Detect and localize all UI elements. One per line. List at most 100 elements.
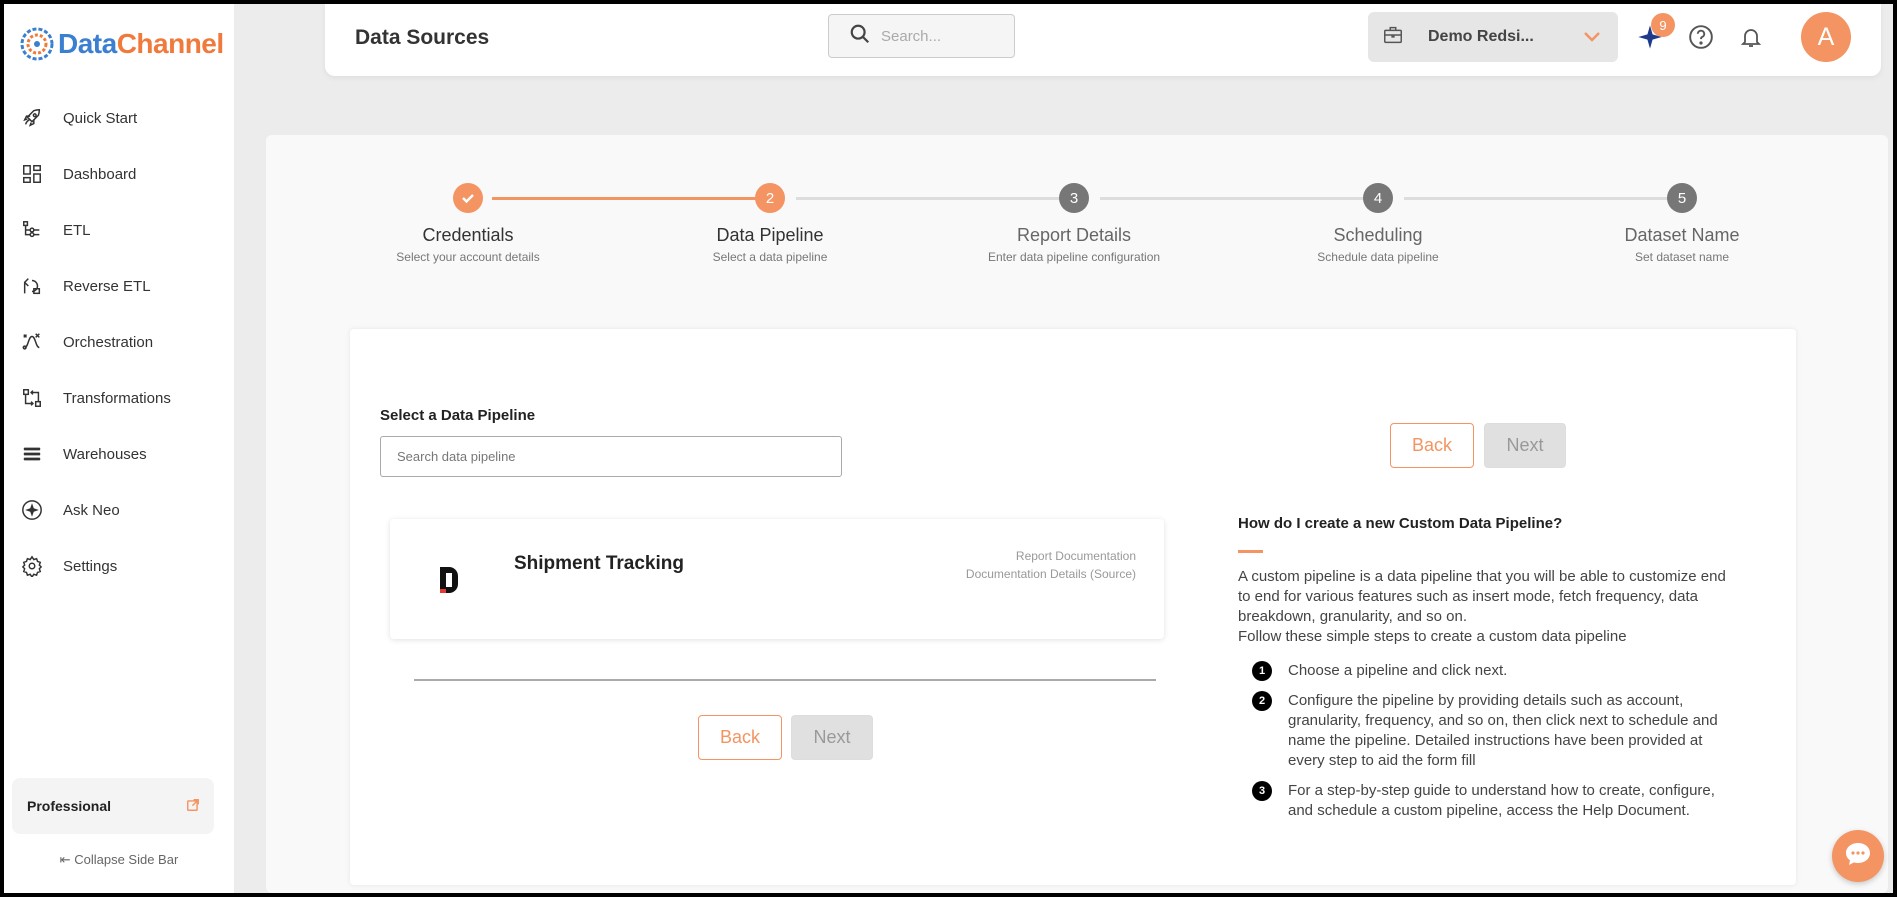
plan-label: Professional (27, 798, 112, 814)
step-subtitle: Select your account details (396, 250, 540, 264)
step-subtitle: Schedule data pipeline (1317, 250, 1439, 264)
help-accent-bar (1238, 550, 1263, 553)
step-title: Data Pipeline (716, 225, 824, 245)
sidebar-item-label: Ask Neo (63, 501, 120, 519)
step-subtitle: Set dataset name (1634, 250, 1730, 264)
sidebar-item-settings[interactable]: Settings (4, 538, 234, 594)
external-link-icon[interactable] (186, 798, 200, 817)
stepper: Credentials Select your account details … (266, 135, 1888, 295)
pipeline-search-input[interactable] (380, 436, 842, 477)
step-title: Dataset Name (1624, 225, 1740, 245)
help-steps-list: 1 Choose a pipeline and click next. 2 Co… (1238, 661, 1738, 821)
reverse-etl-icon (20, 274, 44, 298)
check-icon (453, 183, 483, 213)
sidebar-item-label: Quick Start (63, 109, 138, 127)
logo-text: DataChannel (58, 28, 224, 60)
sidebar-item-label: ETL (63, 221, 91, 239)
sidebar-item-label: Orchestration (63, 333, 154, 351)
help-description: A custom pipeline is a data pipeline tha… (1238, 567, 1738, 647)
gear-icon (20, 554, 44, 578)
step-scheduling[interactable]: 4 Scheduling Schedule data pipeline (1248, 183, 1508, 264)
chevron-down-icon (1582, 28, 1602, 49)
logo-text-channel: Channel (116, 28, 224, 59)
help-text-1: A custom pipeline is a data pipeline tha… (1238, 568, 1726, 625)
divider (414, 679, 1156, 681)
help-icon[interactable] (1686, 22, 1716, 52)
global-search-input[interactable]: Search... (828, 14, 1015, 58)
sidebar-item-reverse-etl[interactable]: Reverse ETL (4, 258, 234, 314)
sidebar-item-orchestration[interactable]: Orchestration (4, 314, 234, 370)
plan-card[interactable]: Professional (12, 778, 214, 834)
sidebar-item-label: Settings (63, 557, 118, 575)
step-title: Report Details (1016, 225, 1132, 245)
step-number: 3 (1059, 183, 1089, 213)
workspace-name: Demo Redsi... (1428, 28, 1534, 45)
top-header: Data Sources Search... Demo Redsi... 9 A (325, 4, 1881, 76)
dashboard-icon (20, 162, 44, 186)
warehouses-icon (20, 442, 44, 466)
rocket-icon (20, 106, 44, 130)
back-button-top[interactable]: Back (1390, 423, 1474, 468)
search-icon (849, 23, 871, 50)
select-pipeline-label: Select a Data Pipeline (380, 407, 536, 424)
next-button[interactable]: Next (791, 715, 873, 760)
collapse-label: Collapse Side Bar (74, 852, 179, 867)
sidebar-item-label: Reverse ETL (63, 277, 151, 295)
sidebar-item-label: Transformations (63, 389, 171, 407)
user-avatar[interactable]: A (1801, 12, 1851, 62)
help-step: 2 Configure the pipeline by providing de… (1252, 691, 1738, 771)
step-data-pipeline[interactable]: 2 Data Pipeline Select a data pipeline (640, 183, 900, 264)
pipeline-logo-icon (438, 565, 462, 600)
workspace-selector[interactable]: Demo Redsi... (1368, 12, 1618, 62)
main-panel: Credentials Select your account details … (266, 135, 1888, 893)
sparkle-icon (20, 498, 44, 522)
step-subtitle: Enter data pipeline configuration (987, 250, 1161, 264)
help-step-text: Configure the pipeline by providing deta… (1288, 692, 1718, 769)
step-number: 2 (755, 183, 785, 213)
help-text-2: Follow these simple steps to create a cu… (1238, 628, 1627, 645)
collapse-icon: ⇤ (59, 852, 71, 867)
sidebar-item-dashboard[interactable]: Dashboard (4, 146, 234, 202)
sidebar-nav: Quick Start Dashboard ETL Reverse ETL Or… (4, 90, 234, 594)
logo-text-data: Data (58, 28, 117, 59)
step-title: Credentials (422, 225, 514, 245)
pipeline-name: Shipment Tracking (514, 553, 684, 574)
documentation-details-link[interactable]: Documentation Details (Source) (966, 565, 1136, 583)
step-report-details[interactable]: 3 Report Details Enter data pipeline con… (944, 183, 1204, 264)
sidebar-item-transformations[interactable]: Transformations (4, 370, 234, 426)
documentation-links: Report Documentation Documentation Detai… (966, 547, 1136, 583)
help-step-number: 3 (1252, 781, 1272, 801)
help-step-text: For a step-by-step guide to understand h… (1288, 782, 1715, 819)
notification-count-badge: 9 (1651, 13, 1675, 37)
sidebar-item-quick-start[interactable]: Quick Start (4, 90, 234, 146)
logo-icon (20, 27, 54, 61)
report-documentation-link[interactable]: Report Documentation (966, 547, 1136, 565)
help-step-number: 1 (1252, 661, 1272, 681)
collapse-sidebar-button[interactable]: ⇤ Collapse Side Bar (4, 852, 234, 868)
chat-icon (1843, 840, 1873, 873)
step-number: 4 (1363, 183, 1393, 213)
search-placeholder: Search... (881, 27, 942, 45)
bell-icon[interactable] (1736, 22, 1766, 52)
step-credentials[interactable]: Credentials Select your account details (338, 183, 598, 264)
sidebar-item-etl[interactable]: ETL (4, 202, 234, 258)
page-title: Data Sources (355, 26, 490, 49)
step-subtitle: Select a data pipeline (712, 250, 828, 264)
sidebar-item-warehouses[interactable]: Warehouses (4, 426, 234, 482)
back-button[interactable]: Back (698, 715, 782, 760)
step-dataset-name[interactable]: 5 Dataset Name Set dataset name (1552, 183, 1812, 264)
help-step-number: 2 (1252, 691, 1272, 711)
step-title: Scheduling (1333, 225, 1423, 245)
help-step: 1 Choose a pipeline and click next. (1252, 661, 1738, 681)
logo[interactable]: DataChannel (20, 24, 224, 64)
orchestration-icon (20, 330, 44, 354)
help-step-text: Choose a pipeline and click next. (1288, 662, 1508, 679)
briefcase-icon (1382, 24, 1404, 51)
pipeline-item-card[interactable]: Shipment Tracking Report Documentation D… (390, 519, 1164, 639)
etl-icon (20, 218, 44, 242)
chat-support-button[interactable] (1832, 830, 1884, 882)
sidebar-item-ask-neo[interactable]: Ask Neo (4, 482, 234, 538)
next-button-top[interactable]: Next (1484, 423, 1566, 468)
transformations-icon (20, 386, 44, 410)
sidebar-item-label: Warehouses (63, 445, 147, 463)
